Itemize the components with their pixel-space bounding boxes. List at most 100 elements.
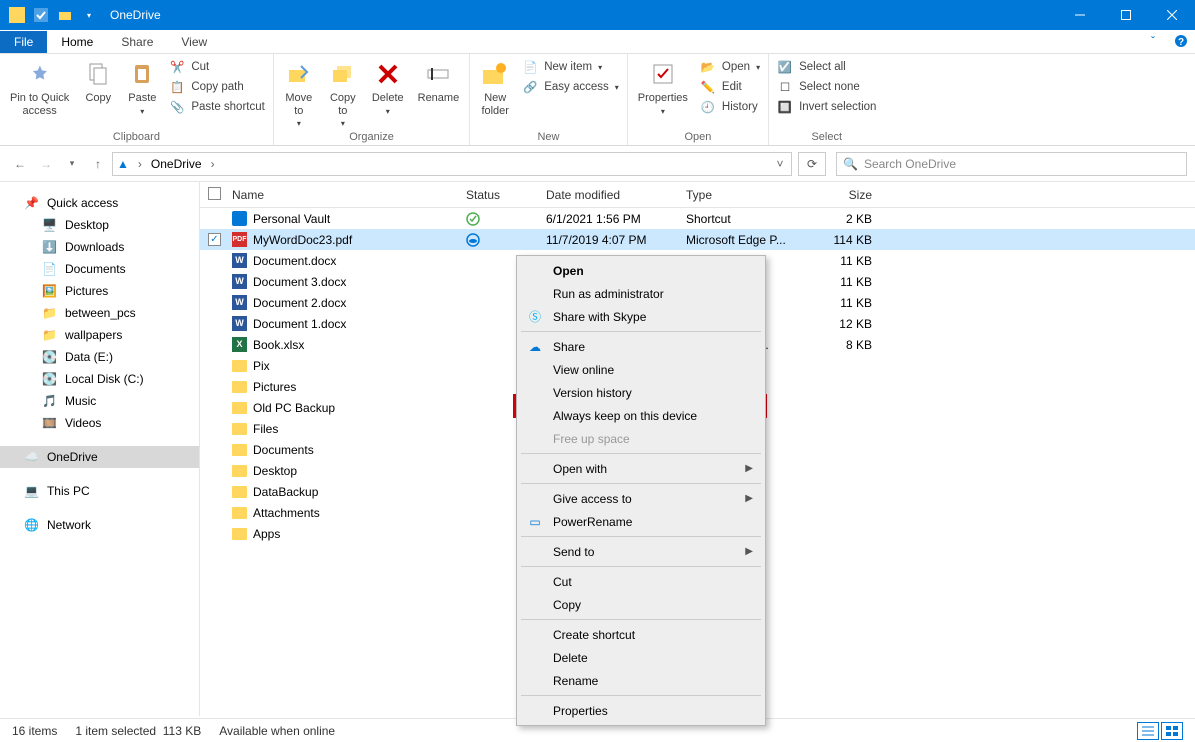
- ctx-create-shortcut[interactable]: Create shortcut: [519, 623, 763, 646]
- search-input[interactable]: 🔍 Search OneDrive: [836, 152, 1187, 176]
- forward-button[interactable]: →: [34, 152, 58, 176]
- dl-icon: [42, 240, 57, 254]
- nav-item[interactable]: between_pcs: [0, 302, 199, 324]
- ctx-run-admin[interactable]: Run as administrator: [519, 282, 763, 305]
- group-organize-label: Organize: [278, 131, 465, 145]
- chevron-right-icon[interactable]: ›: [133, 157, 147, 171]
- ctx-powerrename[interactable]: ▭PowerRename: [519, 510, 763, 533]
- history-button[interactable]: 🕘History: [696, 98, 764, 116]
- folder-icon: [232, 444, 247, 456]
- refresh-button[interactable]: ⟳: [798, 152, 826, 176]
- folder-icon: [232, 402, 247, 414]
- qat-properties-icon[interactable]: [30, 4, 52, 26]
- paste-shortcut-button[interactable]: 📎Paste shortcut: [165, 98, 269, 116]
- minimize-button[interactable]: [1057, 0, 1103, 30]
- copy-path-button[interactable]: 📋Copy path: [165, 78, 269, 96]
- skype-icon: Ⓢ: [527, 309, 543, 325]
- file-size: 2 KB: [804, 212, 884, 226]
- vault-icon: [232, 211, 247, 226]
- chevron-right-icon[interactable]: ›: [206, 157, 220, 171]
- new-folder-button[interactable]: New folder: [474, 56, 516, 119]
- status-selection: 1 item selected 113 KB: [75, 724, 201, 738]
- invert-selection-button[interactable]: 🔲Invert selection: [773, 98, 880, 116]
- copy-button[interactable]: Copy: [77, 56, 119, 107]
- nav-onedrive[interactable]: OneDrive: [0, 446, 199, 468]
- qat-newfolder-icon[interactable]: [54, 4, 76, 26]
- nav-item[interactable]: Pictures: [0, 280, 199, 302]
- nav-this-pc[interactable]: This PC: [0, 480, 199, 502]
- properties-button[interactable]: Properties▾: [632, 56, 694, 118]
- nav-item[interactable]: Downloads: [0, 236, 199, 258]
- ctx-properties[interactable]: Properties: [519, 699, 763, 722]
- qat-dropdown-icon[interactable]: ▾: [78, 4, 100, 26]
- nav-item[interactable]: Documents: [0, 258, 199, 280]
- open-button[interactable]: 📂Open ▾: [696, 58, 764, 76]
- ctx-open[interactable]: Open: [519, 259, 763, 282]
- nav-item[interactable]: Local Disk (C:): [0, 368, 199, 390]
- pin-to-quick-access-button[interactable]: Pin to Quick access: [4, 56, 75, 119]
- easy-access-button[interactable]: 🔗Easy access ▾: [518, 78, 623, 96]
- delete-button[interactable]: Delete▾: [366, 56, 410, 118]
- address-dropdown[interactable]: ˅: [773, 157, 787, 171]
- ctx-give-access[interactable]: Give access to▶: [519, 487, 763, 510]
- paste-button[interactable]: Paste▾: [121, 56, 163, 118]
- select-all-button[interactable]: ☑️Select all: [773, 58, 880, 76]
- column-headers[interactable]: Name Status Date modified Type Size: [200, 182, 1195, 208]
- col-status[interactable]: Status: [466, 188, 546, 202]
- ctx-share-skype[interactable]: ⓈShare with Skype: [519, 305, 763, 328]
- close-button[interactable]: [1149, 0, 1195, 30]
- col-size[interactable]: Size: [804, 188, 884, 202]
- navigation-pane[interactable]: Quick access DesktopDownloadsDocumentsPi…: [0, 182, 200, 716]
- ctx-open-with[interactable]: Open with▶: [519, 457, 763, 480]
- breadcrumb[interactable]: ▲ › OneDrive › ˅: [112, 152, 792, 176]
- file-name: Book.xlsx: [253, 338, 304, 352]
- ctx-cut[interactable]: Cut: [519, 570, 763, 593]
- nav-item[interactable]: wallpapers: [0, 324, 199, 346]
- col-name[interactable]: Name: [232, 188, 466, 202]
- ctx-always-keep[interactable]: Always keep on this device: [519, 404, 763, 427]
- tab-file[interactable]: File: [0, 31, 47, 53]
- maximize-button[interactable]: [1103, 0, 1149, 30]
- move-to-button[interactable]: Move to▾: [278, 56, 320, 130]
- new-item-button[interactable]: 📄New item ▾: [518, 58, 623, 76]
- ctx-delete[interactable]: Delete: [519, 646, 763, 669]
- up-button[interactable]: ↑: [86, 152, 110, 176]
- ctx-send-to[interactable]: Send to▶: [519, 540, 763, 563]
- back-button[interactable]: ←: [8, 152, 32, 176]
- select-all-checkbox[interactable]: [208, 187, 221, 200]
- rename-button[interactable]: Rename: [412, 56, 466, 107]
- collapse-ribbon-button[interactable]: ˇ: [1139, 29, 1167, 53]
- nav-item[interactable]: Desktop: [0, 214, 199, 236]
- select-none-button[interactable]: ☐Select none: [773, 78, 880, 96]
- ctx-view-online[interactable]: View online: [519, 358, 763, 381]
- ctx-share[interactable]: ☁Share: [519, 335, 763, 358]
- ctx-copy[interactable]: Copy: [519, 593, 763, 616]
- ctx-rename[interactable]: Rename: [519, 669, 763, 692]
- nav-item[interactable]: Videos: [0, 412, 199, 434]
- ctx-version-history[interactable]: Version history: [519, 381, 763, 404]
- file-row[interactable]: Personal Vault6/1/2021 1:56 PMShortcut2 …: [200, 208, 1195, 229]
- thumbnails-view-button[interactable]: [1161, 722, 1183, 740]
- copy-to-button[interactable]: Copy to▾: [322, 56, 364, 130]
- nav-item[interactable]: Data (E:): [0, 346, 199, 368]
- edit-button[interactable]: ✏️Edit: [696, 78, 764, 96]
- tab-share[interactable]: Share: [107, 31, 167, 53]
- details-view-button[interactable]: [1137, 722, 1159, 740]
- recent-dropdown[interactable]: ▾: [60, 152, 84, 176]
- nav-network[interactable]: Network: [0, 514, 199, 536]
- file-row[interactable]: ✓PDFMyWordDoc23.pdf11/7/2019 4:07 PMMicr…: [200, 229, 1195, 250]
- pdf-icon: PDF: [232, 232, 247, 247]
- file-name: Pix: [253, 359, 270, 373]
- file-name: Apps: [253, 527, 280, 541]
- help-button[interactable]: ?: [1167, 29, 1195, 53]
- cut-button[interactable]: ✂️Cut: [165, 58, 269, 76]
- nav-item[interactable]: Music: [0, 390, 199, 412]
- tab-home[interactable]: Home: [47, 31, 107, 53]
- tab-view[interactable]: View: [167, 31, 221, 53]
- col-type[interactable]: Type: [686, 188, 804, 202]
- nav-quick-access[interactable]: Quick access: [0, 192, 199, 214]
- row-checkbox[interactable]: ✓: [208, 233, 221, 246]
- ribbon-tabs: File Home Share View ˇ ?: [0, 30, 1195, 54]
- col-date[interactable]: Date modified: [546, 188, 686, 202]
- breadcrumb-root[interactable]: OneDrive: [151, 157, 202, 171]
